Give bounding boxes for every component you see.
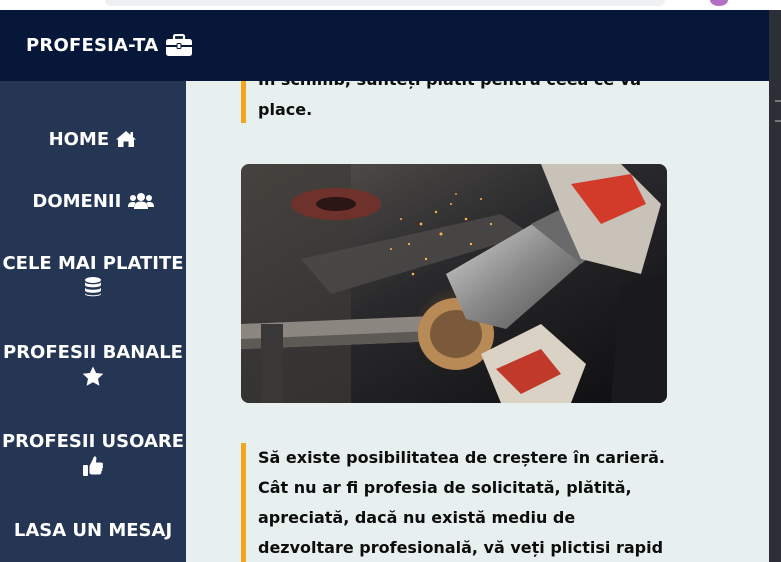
sidebar-item-lasa-un-mesaj[interactable]: LASA UN MESAJ xyxy=(0,518,186,544)
home-icon xyxy=(115,129,137,150)
quote-line: În schimb, sunteți plătit pentru ceea ce… xyxy=(258,81,661,95)
sidebar-item-label: PROFESII BANALE xyxy=(3,342,183,363)
top-navbar: PROFESIA-TA xyxy=(0,10,769,81)
article-photo xyxy=(241,164,667,403)
thumbs-up-icon xyxy=(0,455,186,479)
sidebar-nav: HOME DOMENII CELE MAI PLATITE PROFESII B… xyxy=(0,81,186,562)
scrollbar-marker xyxy=(775,120,781,122)
users-icon xyxy=(127,191,154,212)
brand-link[interactable]: PROFESIA-TA xyxy=(26,34,193,56)
sidebar-item-label: HOME xyxy=(48,129,110,150)
article-content: În schimb, sunteți plătit pentru ceea ce… xyxy=(186,81,769,562)
sidebar-item-label: CELE MAI PLATITE xyxy=(2,253,184,274)
sidebar-item-label: PROFESII USOARE xyxy=(1,431,185,452)
database-icon xyxy=(0,277,186,301)
browser-address-bar[interactable] xyxy=(105,0,665,6)
grinder-sparks-image xyxy=(241,164,667,403)
browser-profile-avatar[interactable] xyxy=(710,0,728,6)
brand-name: PROFESIA-TA xyxy=(26,34,159,56)
sidebar-item-profesii-banale[interactable]: PROFESII BANALE xyxy=(0,340,186,390)
sidebar-item-label: DOMENII xyxy=(32,191,122,212)
sidebar-item-cele-mai-platite[interactable]: CELE MAI PLATITE xyxy=(0,251,186,301)
quote-line: Să existe posibilitatea de creștere în c… xyxy=(258,448,665,467)
scrollbar-marker xyxy=(775,100,781,102)
browser-scrollbar[interactable] xyxy=(769,10,781,562)
star-icon xyxy=(0,366,186,390)
sidebar-item-label: LASA UN MESAJ xyxy=(13,520,173,541)
highlight-quote: Să existe posibilitatea de creștere în c… xyxy=(241,443,671,562)
quote-line: Cât nu ar fi profesia de solicitată, plă… xyxy=(258,478,632,497)
quote-line: dezvoltare profesională, vă veți plictis… xyxy=(258,538,664,557)
browser-top-strip xyxy=(0,0,781,10)
quote-line: place. xyxy=(258,100,313,119)
quote-line: apreciată, dacă nu există mediu de xyxy=(258,508,576,527)
sidebar-item-profesii-usoare[interactable]: PROFESII USOARE xyxy=(0,429,186,479)
briefcase-icon xyxy=(166,34,193,56)
sidebar-item-home[interactable]: HOME xyxy=(0,127,186,153)
sidebar-item-domenii[interactable]: DOMENII xyxy=(0,189,186,215)
highlight-quote: În schimb, sunteți plătit pentru ceea ce… xyxy=(241,81,661,123)
